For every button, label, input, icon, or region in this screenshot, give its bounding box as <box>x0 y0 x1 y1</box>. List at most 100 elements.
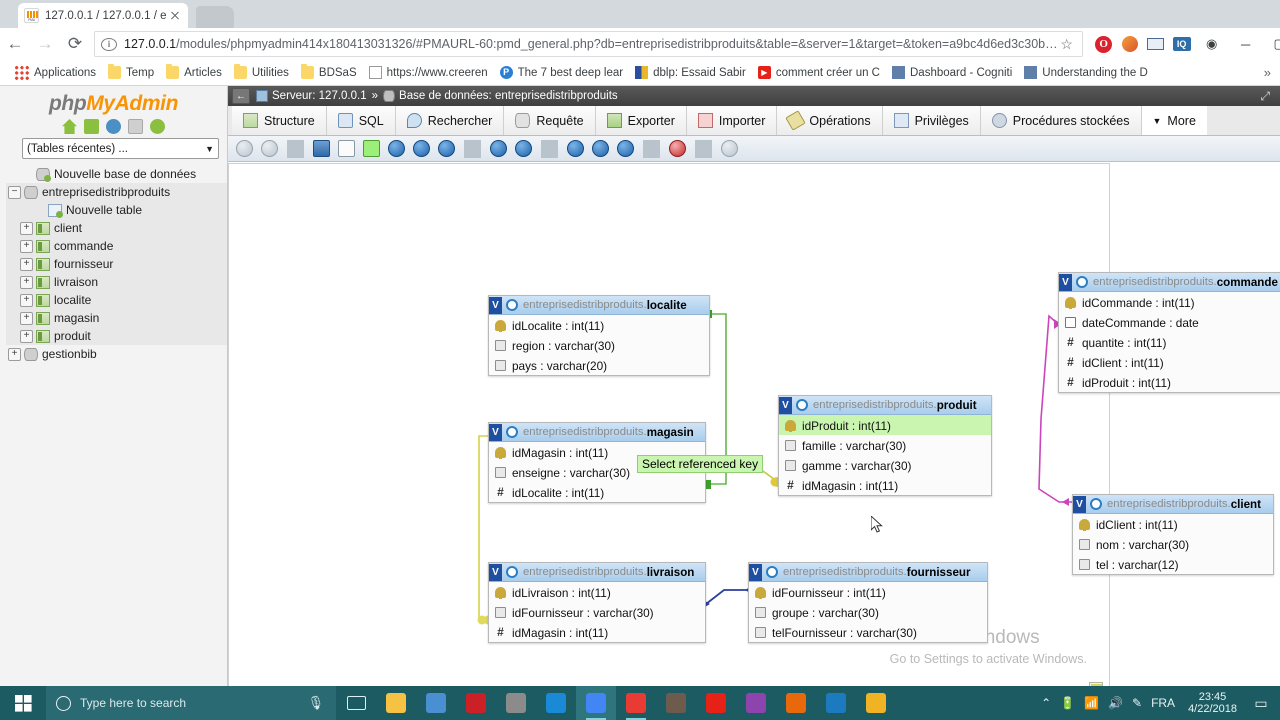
tree-expander[interactable]: + <box>20 293 33 307</box>
gear-icon[interactable] <box>766 566 778 578</box>
tree-item-localite[interactable]: + localite <box>6 291 227 309</box>
create-relation-icon[interactable] <box>490 140 507 157</box>
tree-expander[interactable]: + <box>20 311 33 325</box>
collapse-icon[interactable]: ⤢ <box>1260 89 1276 104</box>
designer-column[interactable]: nom : varchar(30) <box>1073 534 1273 554</box>
gear-icon[interactable] <box>1076 276 1088 288</box>
tab-proc-dures-stock-es[interactable]: Procédures stockées <box>980 106 1142 135</box>
designer-table-produit[interactable]: Ventreprisedistribproduits. produit idProd… <box>778 395 992 496</box>
designer-canvas[interactable]: Ventreprisedistribproduits. localite idLoc… <box>228 163 1280 686</box>
account-icon[interactable]: ◉ <box>1195 29 1229 59</box>
tab-importer[interactable]: Importer <box>686 106 778 135</box>
designer-column[interactable]: famille : varchar(30) <box>779 435 991 455</box>
taskbar-file-explorer-icon[interactable] <box>376 686 416 720</box>
save-icon[interactable] <box>313 140 330 157</box>
tab-more[interactable]: ▼ More <box>1141 106 1207 135</box>
designer-table-header[interactable]: Ventreprisedistribproduits. client <box>1073 495 1273 514</box>
toggle-panel-icon[interactable] <box>236 140 253 157</box>
tree-item-magasin[interactable]: + magasin <box>6 309 227 327</box>
back-button[interactable]: ← <box>0 29 30 59</box>
designer-table-header[interactable]: Ventreprisedistribproduits. localite <box>489 296 709 315</box>
search-box[interactable]: Type here to search 🎙 <box>46 686 336 720</box>
reload-button[interactable]: ⟳ <box>60 29 90 59</box>
designer-column[interactable]: # idClient : int(11) <box>1059 352 1280 372</box>
new-tab-button[interactable] <box>196 6 234 28</box>
tab-privil-ges[interactable]: Privilèges <box>882 106 981 135</box>
designer-table-commande[interactable]: Ventreprisedistribproduits. commande idCom… <box>1058 272 1280 393</box>
maximize-button[interactable]: ▢ <box>1263 29 1280 59</box>
tree-item-commande[interactable]: + commande <box>6 237 227 255</box>
wifi-icon[interactable]: 📶 <box>1084 696 1099 710</box>
designer-column[interactable]: # idMagasin : int(11) <box>779 475 991 495</box>
designer-column[interactable]: idLocalite : int(11) <box>489 315 709 335</box>
taskbar-chrome-icon[interactable] <box>576 686 616 720</box>
taskbar-utorrent-icon[interactable] <box>816 686 856 720</box>
address-bar[interactable]: i 127.0.0.1/modules/phpmyadmin414x180413… <box>94 31 1083 57</box>
forward-button[interactable]: → <box>30 29 60 59</box>
back-icon[interactable]: ← <box>232 88 250 104</box>
designer-column[interactable]: idCommande : int(11) <box>1059 292 1280 312</box>
designer-column[interactable]: pays : varchar(20) <box>489 355 709 375</box>
designer-column[interactable]: idFournisseur : varchar(30) <box>489 602 705 622</box>
home-icon[interactable] <box>62 119 77 134</box>
bookmark-item[interactable]: Temp <box>102 62 160 84</box>
gear-icon[interactable] <box>796 399 808 411</box>
help-icon[interactable] <box>438 140 455 157</box>
tree-item-client[interactable]: + client <box>6 219 227 237</box>
bookmark-item[interactable]: dblp: Essaid Sabir <box>629 62 752 84</box>
toggle-visibility-icon[interactable]: V <box>1059 273 1072 291</box>
tab-op-rations[interactable]: Opérations <box>777 106 883 135</box>
page-icon[interactable] <box>338 140 355 157</box>
reload-icon[interactable] <box>413 140 430 157</box>
minimize-button[interactable]: ─ <box>1229 29 1263 59</box>
pen-icon[interactable]: ✎ <box>1132 696 1142 710</box>
toggle-visibility-icon[interactable]: V <box>489 423 502 441</box>
bookmark-item[interactable]: ▶ comment créer un C <box>752 62 886 84</box>
bookmark-item[interactable]: https://www.creeren <box>363 62 494 84</box>
reload-icon[interactable] <box>150 119 165 134</box>
opera-icon[interactable]: O <box>1091 31 1117 57</box>
close-icon[interactable] <box>168 9 182 23</box>
microphone-icon[interactable]: 🎙 <box>307 695 324 711</box>
grid-icon[interactable] <box>515 140 532 157</box>
tree-item-fournisseur[interactable]: + fournisseur <box>6 255 227 273</box>
pdf-export-icon[interactable] <box>669 140 686 157</box>
tree-item-entreprisedistribproduits[interactable]: − entreprisedistribproduits <box>6 183 227 201</box>
tree-expander[interactable]: + <box>20 221 33 235</box>
designer-column[interactable]: telFournisseur : varchar(30) <box>749 622 987 642</box>
bookmark-item[interactable]: Articles <box>160 62 228 84</box>
designer-table-header[interactable]: Ventreprisedistribproduits. produit <box>779 396 991 415</box>
gear-icon[interactable] <box>1090 498 1102 510</box>
tree-expander[interactable]: + <box>20 275 33 289</box>
browser-tab[interactable]: 127.0.0.1 / 127.0.0.1 / ent <box>18 3 188 28</box>
toggle-visibility-icon[interactable]: V <box>749 563 762 581</box>
designer-table-header[interactable]: Ventreprisedistribproduits. magasin <box>489 423 705 442</box>
designer-column[interactable]: gamme : varchar(30) <box>779 455 991 475</box>
designer-column[interactable]: tel : varchar(12) <box>1073 554 1273 574</box>
tree-expander[interactable]: + <box>20 257 33 271</box>
designer-table-fournisseur[interactable]: Ventreprisedistribproduits. fournisseur id… <box>748 562 988 643</box>
designer-column[interactable]: # idLocalite : int(11) <box>489 482 705 502</box>
designer-table-header[interactable]: Ventreprisedistribproduits. livraison <box>489 563 705 582</box>
designer-table-livraison[interactable]: Ventreprisedistribproduits. livraison idLi… <box>488 562 706 643</box>
bookmark-star-icon[interactable]: ☆ <box>1058 36 1076 53</box>
move-icon[interactable] <box>567 140 584 157</box>
volume-icon[interactable]: 🔊 <box>1108 696 1123 710</box>
designer-column[interactable]: dateCommande : date <box>1059 312 1280 332</box>
designer-table-header[interactable]: Ventreprisedistribproduits. commande <box>1059 273 1280 292</box>
designer-table-client[interactable]: Ventreprisedistribproduits. client idClien… <box>1072 494 1274 575</box>
tab-sql[interactable]: SQL <box>326 106 396 135</box>
gear-icon[interactable] <box>506 566 518 578</box>
site-info-icon[interactable]: i <box>101 37 117 51</box>
tab-exporter[interactable]: Exporter <box>595 106 687 135</box>
angular-lines-icon[interactable] <box>592 140 609 157</box>
taskbar-youtube-icon[interactable] <box>696 686 736 720</box>
tree-item-nouvelle-table[interactable]: Nouvelle table <box>6 201 227 219</box>
taskbar-vlc-icon[interactable] <box>776 686 816 720</box>
designer-column[interactable]: # idMagasin : int(11) <box>489 622 705 642</box>
tab-structure[interactable]: Structure <box>232 106 327 135</box>
designer-column[interactable]: idClient : int(11) <box>1073 514 1273 534</box>
direct-lines-icon[interactable] <box>617 140 634 157</box>
recent-tables-select[interactable]: (Tables récentes) ... ▼ <box>22 138 219 159</box>
taskbar-winrar-icon[interactable] <box>736 686 776 720</box>
